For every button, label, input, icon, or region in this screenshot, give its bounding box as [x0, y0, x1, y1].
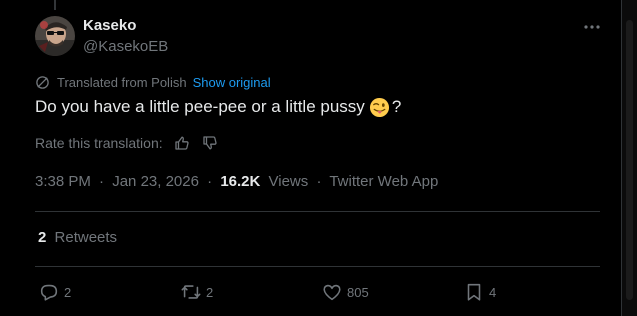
tweet-meta: 3:38 PM · Jan 23, 2026 · 16.2K Views · T…: [35, 173, 438, 190]
bookmark-button[interactable]: 4: [463, 281, 496, 303]
avatar-image: [35, 16, 75, 56]
rate-translation-label: Rate this translation:: [35, 135, 163, 151]
reply-icon: [40, 284, 58, 301]
retweets-label: Retweets: [54, 229, 118, 246]
retweets-count: 2: [38, 229, 47, 246]
scrollbar-thumb[interactable]: [626, 20, 633, 300]
reply-button[interactable]: 2: [38, 281, 71, 303]
translated-from-label: Translated from Polish: [57, 75, 187, 90]
repost-count: 2: [206, 284, 214, 300]
views-count: 16.2K: [220, 173, 261, 190]
show-original-link[interactable]: Show original: [193, 75, 271, 90]
reply-count: 2: [64, 284, 72, 300]
repost-button[interactable]: 2: [180, 281, 213, 303]
tweet-time[interactable]: 3:38 PM: [35, 173, 91, 190]
more-dots-icon: [584, 25, 600, 29]
heart-icon: [323, 284, 341, 301]
views-label: Views: [268, 173, 309, 190]
divider: [35, 266, 600, 267]
tweet-detail: Kaseko @KasekoEB Translated from Polish …: [0, 0, 622, 316]
divider: [35, 211, 600, 212]
tweet-text-end: ?: [391, 97, 402, 116]
like-button[interactable]: 805: [321, 281, 369, 303]
more-options-button[interactable]: [578, 17, 606, 37]
meta-separator: ·: [99, 173, 105, 190]
repost-icon: [181, 285, 201, 299]
meta-separator: ·: [316, 173, 322, 190]
like-count: 805: [347, 284, 369, 300]
user-handle[interactable]: @KasekoEB: [83, 38, 168, 55]
tweet-source[interactable]: Twitter Web App: [329, 173, 438, 190]
avatar[interactable]: [35, 16, 75, 56]
winking-face-with-tongue-icon: [369, 97, 389, 117]
meta-separator: ·: [207, 173, 213, 190]
display-name[interactable]: Kaseko: [83, 17, 136, 34]
thumbs-up-icon: [174, 136, 189, 150]
thumbs-down-icon: [202, 136, 217, 150]
retweets-stat[interactable]: 2 Retweets: [38, 229, 117, 246]
tweet-text-main: Do you have a little pee-pee or a little…: [35, 97, 365, 116]
thumbs-down-button[interactable]: [201, 134, 219, 152]
thread-connector-line: [54, 0, 56, 10]
bookmark-icon: [467, 283, 481, 301]
thumbs-up-button[interactable]: [173, 134, 191, 152]
scrollbar[interactable]: [622, 0, 637, 316]
tweet-text: Do you have a little pee-pee or a little…: [35, 95, 401, 119]
translate-icon: [36, 76, 49, 89]
bookmark-count: 4: [489, 284, 497, 300]
tweet-date[interactable]: Jan 23, 2026: [112, 173, 199, 190]
translation-notice: Translated from Polish Show original: [35, 75, 271, 90]
rate-translation: Rate this translation:: [35, 134, 219, 152]
